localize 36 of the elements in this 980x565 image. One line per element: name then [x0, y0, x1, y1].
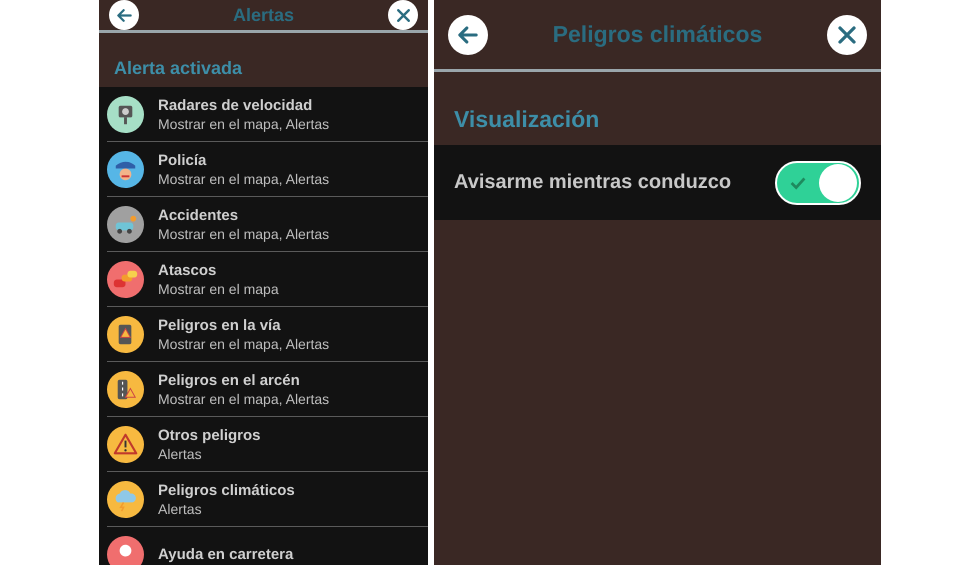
- alert-list-item[interactable]: Peligros en la vía Mostrar en el mapa, Alertas: [107, 307, 428, 362]
- alert-subtitle: Mostrar en el mapa: [158, 280, 279, 296]
- alert-title: Policía: [158, 152, 208, 168]
- alert-subtitle: Mostrar en el mapa, Alertas: [158, 116, 330, 132]
- alert-title: Radares de velocidad: [158, 96, 314, 114]
- alert-subtitle: Mostrar en el mapa, Alertas: [158, 390, 330, 406]
- setting-label: Avisarme mientras conduzco: [454, 171, 732, 194]
- back-button[interactable]: [109, 0, 139, 30]
- alert-subtitle: Mostrar en el mapa, Alertas: [158, 170, 330, 186]
- alert-list-item[interactable]: Accidentes Mostrar en el mapa, Alertas: [107, 197, 428, 252]
- toggle-switch[interactable]: [775, 160, 861, 204]
- screen-title: Alertas: [232, 4, 294, 26]
- alert-list-item[interactable]: Ayuda en carretera: [107, 527, 428, 565]
- close-button[interactable]: [826, 14, 867, 54]
- alert-list-item[interactable]: Atascos Mostrar en el mapa: [107, 252, 428, 307]
- alert-list-item[interactable]: Peligros en el arcén Mostrar en el mapa, Alertas: [107, 362, 428, 417]
- alert-list-item[interactable]: Peligros climáticos Alertas: [107, 472, 428, 527]
- alert-list-item[interactable]: Policía Mostrar en el mapa, Alertas: [107, 142, 428, 197]
- alert-subtitle: Alertas: [158, 500, 203, 516]
- section-header: Alerta activada: [113, 57, 244, 80]
- alert-list-item[interactable]: Otros peligros Alertas: [107, 417, 428, 472]
- section-header: Visualización: [453, 105, 600, 134]
- alert-subtitle: Alertas: [158, 446, 203, 462]
- alert-title: Accidentes: [158, 206, 240, 224]
- alert-subtitle: Mostrar en el mapa, Alertas: [158, 336, 330, 352]
- alert-title: Peligros en la vía: [158, 316, 282, 334]
- alert-title: Otros peligros: [158, 426, 261, 444]
- alert-subtitle: Mostrar en el mapa, Alertas: [158, 226, 330, 242]
- alert-title: Peligros climáticos: [158, 482, 295, 498]
- alert-title: Peligros en el arcén: [158, 372, 301, 388]
- close-button[interactable]: [388, 0, 418, 30]
- back-button[interactable]: [448, 14, 488, 54]
- alert-title: Ayuda en carretera: [158, 546, 294, 562]
- alert-list-item[interactable]: Radares de velocidad Mostrar en el mapa, Alertas: [107, 87, 428, 142]
- screen-title: Peligros climáticos: [552, 21, 762, 48]
- alert-title: Atascos: [158, 262, 218, 278]
